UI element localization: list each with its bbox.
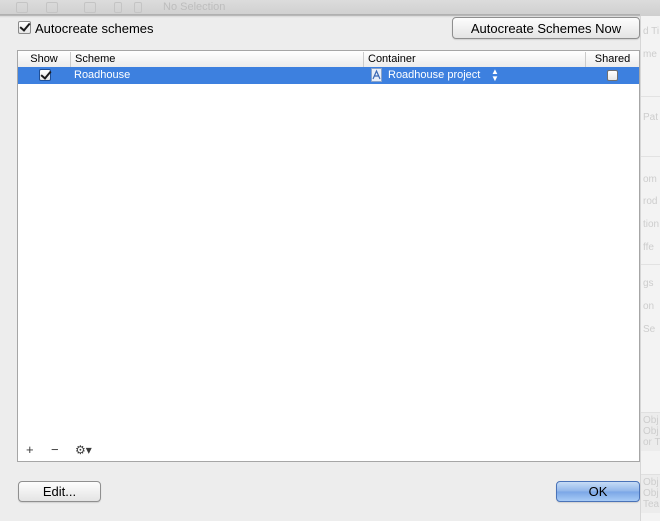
background-fragment: rod bbox=[643, 196, 658, 207]
background-fragment: Obj bbox=[643, 426, 659, 437]
remove-scheme-button[interactable]: − bbox=[51, 443, 59, 457]
background-library-item: Obj Obj or Ti bbox=[641, 412, 660, 451]
edit-button[interactable]: Edit... bbox=[18, 481, 101, 502]
background-forward-icon bbox=[134, 2, 142, 13]
background-inspector: d Ti me Pat om rod tion ffe gs on Se Obj… bbox=[640, 16, 660, 521]
schemes-table[interactable]: Show Scheme Container Shared Roadhouse R… bbox=[17, 50, 640, 462]
background-fragment: ffe bbox=[643, 242, 654, 253]
background-fragment: Obj bbox=[643, 488, 659, 499]
column-header-shared[interactable]: Shared bbox=[586, 52, 639, 67]
background-fragment: Obj bbox=[643, 415, 659, 426]
background-library-item: Obj Obj Tea bbox=[641, 474, 660, 513]
show-checkbox[interactable] bbox=[39, 69, 51, 81]
background-fragment: or Ti bbox=[643, 437, 660, 448]
background-fragment: me bbox=[643, 49, 657, 60]
scheme-name[interactable]: Roadhouse bbox=[74, 69, 130, 81]
table-row[interactable]: Roadhouse Roadhouse project ▲ ▼ bbox=[18, 67, 639, 84]
column-header-scheme[interactable]: Scheme bbox=[71, 52, 364, 67]
background-divider bbox=[641, 96, 660, 97]
autocreate-schemes-checkbox[interactable] bbox=[18, 21, 31, 34]
background-related-icon bbox=[84, 2, 96, 13]
background-window-icon bbox=[16, 2, 28, 13]
autocreate-schemes-now-button[interactable]: Autocreate Schemes Now bbox=[452, 17, 640, 39]
background-back-icon bbox=[114, 2, 122, 13]
background-fragment: on bbox=[643, 301, 655, 312]
background-fragment: Se bbox=[643, 324, 656, 335]
background-fragment: gs bbox=[643, 278, 654, 289]
background-fragment: d Ti bbox=[643, 26, 660, 37]
background-fragment: Tea bbox=[643, 499, 660, 510]
ok-button[interactable]: OK bbox=[556, 481, 640, 502]
autocreate-schemes-label[interactable]: Autocreate schemes bbox=[35, 21, 154, 36]
shared-checkbox[interactable] bbox=[607, 70, 618, 81]
add-scheme-button[interactable]: + bbox=[26, 443, 34, 457]
project-file-icon bbox=[371, 68, 382, 82]
gear-menu-icon[interactable]: ⚙▾ bbox=[75, 443, 92, 457]
background-divider bbox=[641, 156, 660, 157]
background-toolbar-title: No Selection bbox=[163, 1, 226, 13]
column-header-show[interactable]: Show bbox=[18, 52, 71, 67]
chevron-updown-icon[interactable]: ▲ ▼ bbox=[491, 68, 499, 83]
container-popup[interactable]: Roadhouse project bbox=[388, 69, 480, 81]
background-divider bbox=[641, 264, 660, 265]
background-fragment: om bbox=[643, 174, 657, 185]
background-fragment: Obj bbox=[643, 477, 659, 488]
background-fragment: tion bbox=[643, 219, 660, 230]
table-header: Show Scheme Container Shared bbox=[18, 51, 639, 68]
background-fragment: Pat bbox=[643, 112, 659, 123]
column-header-container[interactable]: Container bbox=[364, 52, 586, 67]
background-grid-icon bbox=[46, 2, 58, 13]
